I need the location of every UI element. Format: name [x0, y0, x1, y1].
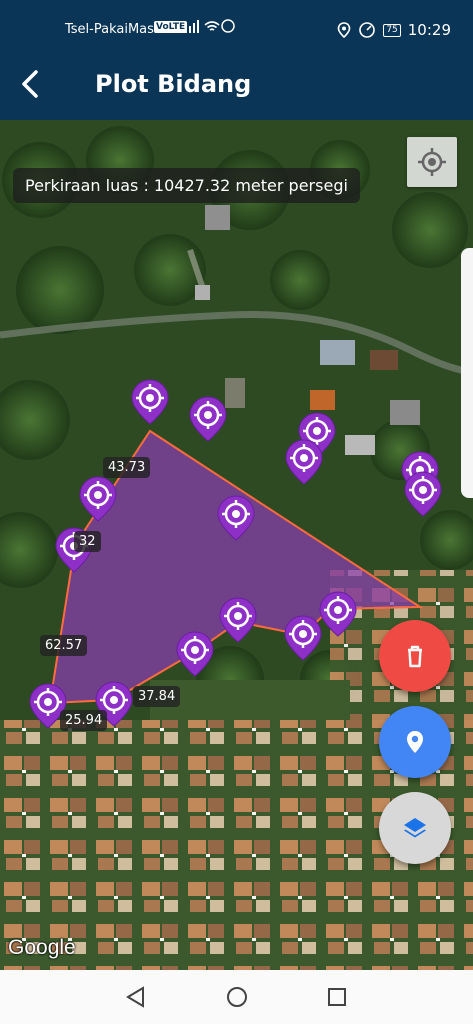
clock: 10:29: [407, 21, 451, 39]
vertex-marker-icon[interactable]: [78, 475, 118, 523]
signal-wifi-icon: [185, 18, 235, 38]
square-recents-icon[interactable]: [324, 984, 350, 1010]
vertex-marker-icon[interactable]: [130, 378, 170, 426]
distance-label: 32: [74, 531, 101, 552]
side-drawer-handle[interactable]: [461, 248, 473, 498]
status-right-group: 75 10:29: [337, 21, 451, 39]
trash-icon: [408, 645, 422, 668]
my-location-icon[interactable]: [407, 137, 457, 187]
location-status-icon: [338, 22, 351, 38]
vertex-marker-icon[interactable]: [216, 494, 256, 542]
vertex-marker-icon[interactable]: [175, 630, 215, 678]
map-view[interactable]: Perkiraan luas : 10427.32 meter persegi …: [0, 120, 473, 970]
distance-label: 37.84: [133, 686, 181, 707]
speedometer-status-icon: [359, 22, 376, 38]
vertex-marker-icon[interactable]: [218, 596, 258, 644]
vertex-marker-icon[interactable]: [188, 395, 228, 443]
vertex-marker-icon[interactable]: [318, 590, 358, 638]
area-estimate-label: Perkiraan luas : 10427.32 meter persegi: [13, 168, 360, 203]
vertex-marker-icon[interactable]: [283, 614, 323, 662]
distance-label: 25.94: [60, 710, 108, 731]
arrow-left-icon[interactable]: [16, 66, 48, 102]
google-logo: Google: [8, 936, 76, 959]
status-bar: Tsel-PakaiMas... VoLTE 75 10:29: [0, 0, 473, 50]
volte-badge: VoLTE: [154, 21, 188, 33]
vertex-marker-icon[interactable]: [403, 470, 443, 518]
vertex-marker-icon[interactable]: [284, 438, 324, 486]
circle-home-icon[interactable]: [224, 984, 250, 1010]
distance-label: 43.73: [103, 457, 151, 478]
add-point-button[interactable]: [379, 706, 451, 778]
page-title: Plot Bidang: [95, 70, 252, 98]
delete-button[interactable]: [379, 620, 451, 692]
app-bar: Plot Bidang: [0, 50, 473, 120]
layers-button[interactable]: [379, 792, 451, 864]
battery-icon: 75: [383, 23, 401, 37]
layers-icon: [404, 818, 426, 838]
place-pin-icon: [407, 731, 423, 753]
system-nav-bar: [0, 970, 473, 1024]
triangle-back-icon[interactable]: [123, 984, 149, 1010]
distance-label: 62.57: [40, 635, 88, 656]
carrier-name: Tsel-PakaiMas...: [65, 22, 167, 37]
